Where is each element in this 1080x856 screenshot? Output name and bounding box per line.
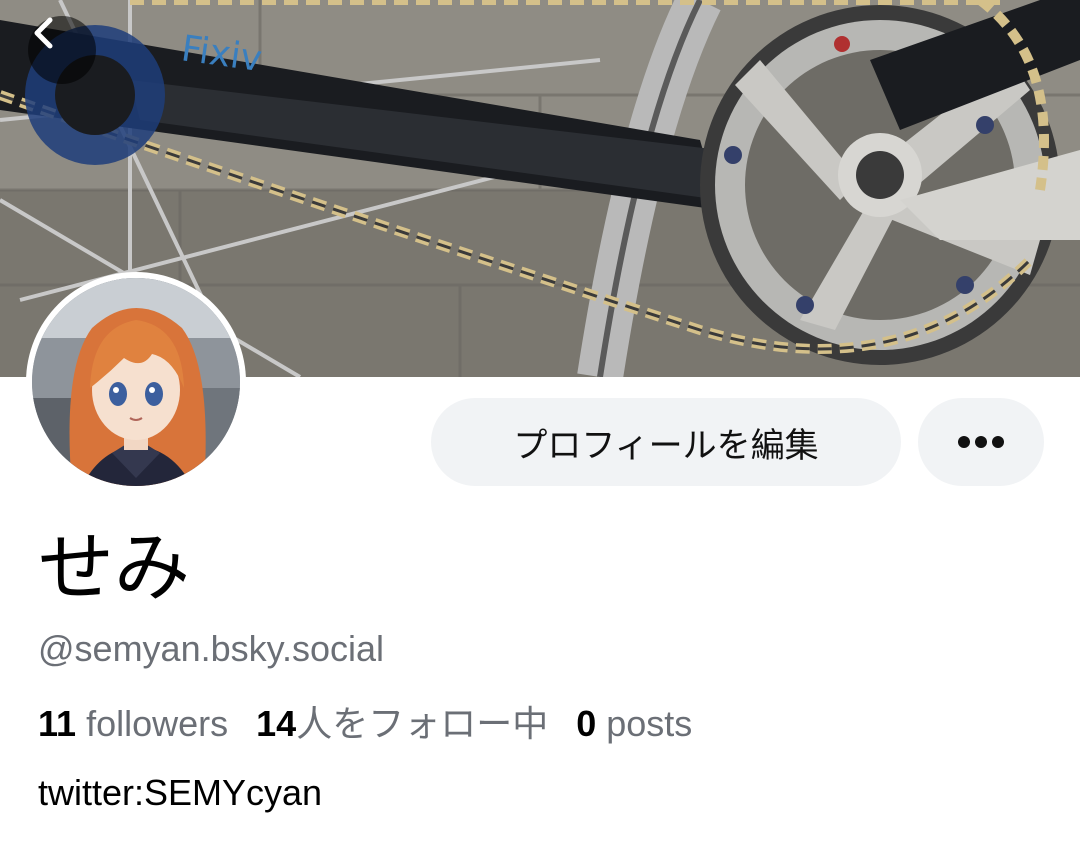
avatar[interactable] — [32, 278, 240, 486]
followers-label: followers — [86, 703, 229, 744]
profile-stats: 11 followers 14人をフォロー中 0 posts — [38, 700, 692, 748]
chevron-left-icon — [34, 17, 53, 49]
followers-stat[interactable]: 11 followers — [38, 700, 228, 748]
posts-count: 0 — [576, 703, 597, 744]
following-count: 14 — [256, 703, 297, 744]
display-name: せみ — [38, 523, 190, 612]
followers-count: 11 — [38, 703, 77, 744]
posts-stat: 0 posts — [576, 700, 692, 748]
avatar-frame[interactable] — [26, 272, 246, 492]
more-horizontal-icon — [958, 436, 1004, 448]
profile-handle: @semyan.bsky.social — [38, 628, 384, 669]
profile-bio: twitter:SEMYcyan — [38, 772, 323, 813]
edit-profile-button[interactable]: プロフィールを編集 — [431, 398, 901, 486]
following-stat[interactable]: 14人をフォロー中 — [256, 700, 548, 748]
following-label: 人をフォロー中 — [296, 703, 549, 744]
more-options-button[interactable] — [918, 398, 1044, 486]
posts-label: posts — [606, 703, 693, 744]
avatar-image — [32, 278, 240, 486]
back-button[interactable] — [28, 16, 96, 84]
